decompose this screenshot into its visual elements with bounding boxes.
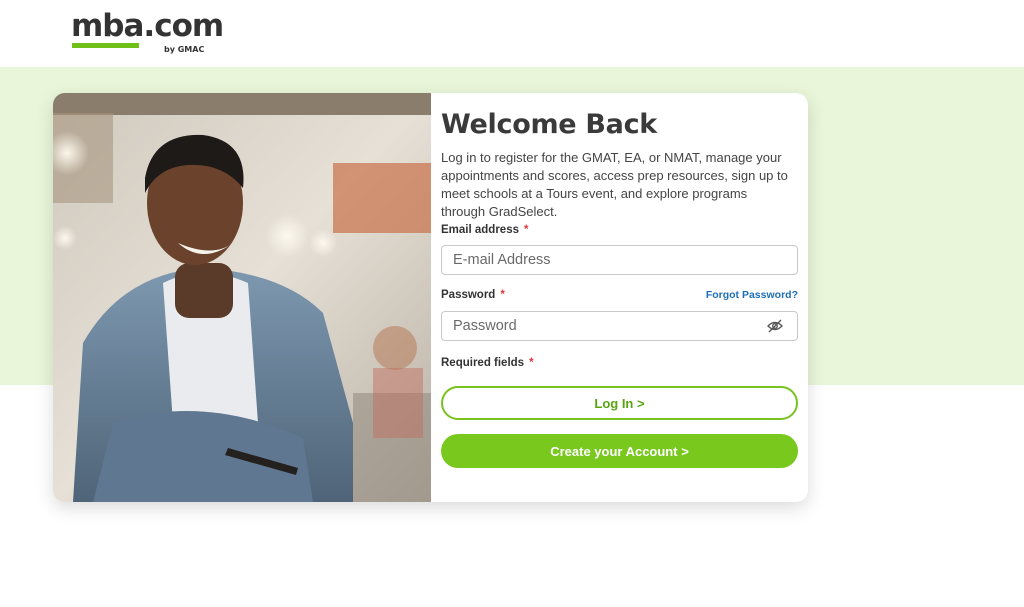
- intro-text: Log in to register for the GMAT, EA, or …: [441, 150, 788, 219]
- forgot-password-link[interactable]: Forgot Password?: [706, 289, 798, 301]
- password-label-text: Password: [441, 289, 496, 301]
- login-form: Welcome Back Log in to register for the …: [441, 93, 799, 502]
- login-card: Welcome Back Log in to register for the …: [53, 93, 808, 502]
- email-field[interactable]: [441, 245, 798, 275]
- required-fields-text: Required fields: [441, 357, 525, 369]
- email-input[interactable]: [442, 246, 753, 274]
- email-label: Email address *: [441, 224, 528, 236]
- create-account-button[interactable]: Create your Account >: [441, 434, 798, 468]
- login-button[interactable]: Log In >: [441, 386, 798, 420]
- logo-wordmark: mba.com: [71, 8, 224, 44]
- required-mark: *: [529, 357, 534, 369]
- password-label: Password *: [441, 289, 505, 301]
- password-input[interactable]: [442, 312, 753, 340]
- student-photo: [53, 93, 431, 502]
- required-mark: *: [523, 224, 529, 236]
- required-fields-note: Required fields *: [441, 357, 534, 369]
- eye-slash-icon[interactable]: [767, 319, 783, 333]
- email-label-text: Email address: [441, 224, 519, 236]
- password-field[interactable]: [441, 311, 798, 341]
- required-mark: *: [500, 289, 505, 301]
- site-logo[interactable]: mba.com by GMAC: [71, 10, 224, 58]
- logo-underline: [72, 43, 139, 48]
- logo-tagline: by GMAC: [164, 45, 205, 54]
- page-title: Welcome Back: [441, 109, 657, 140]
